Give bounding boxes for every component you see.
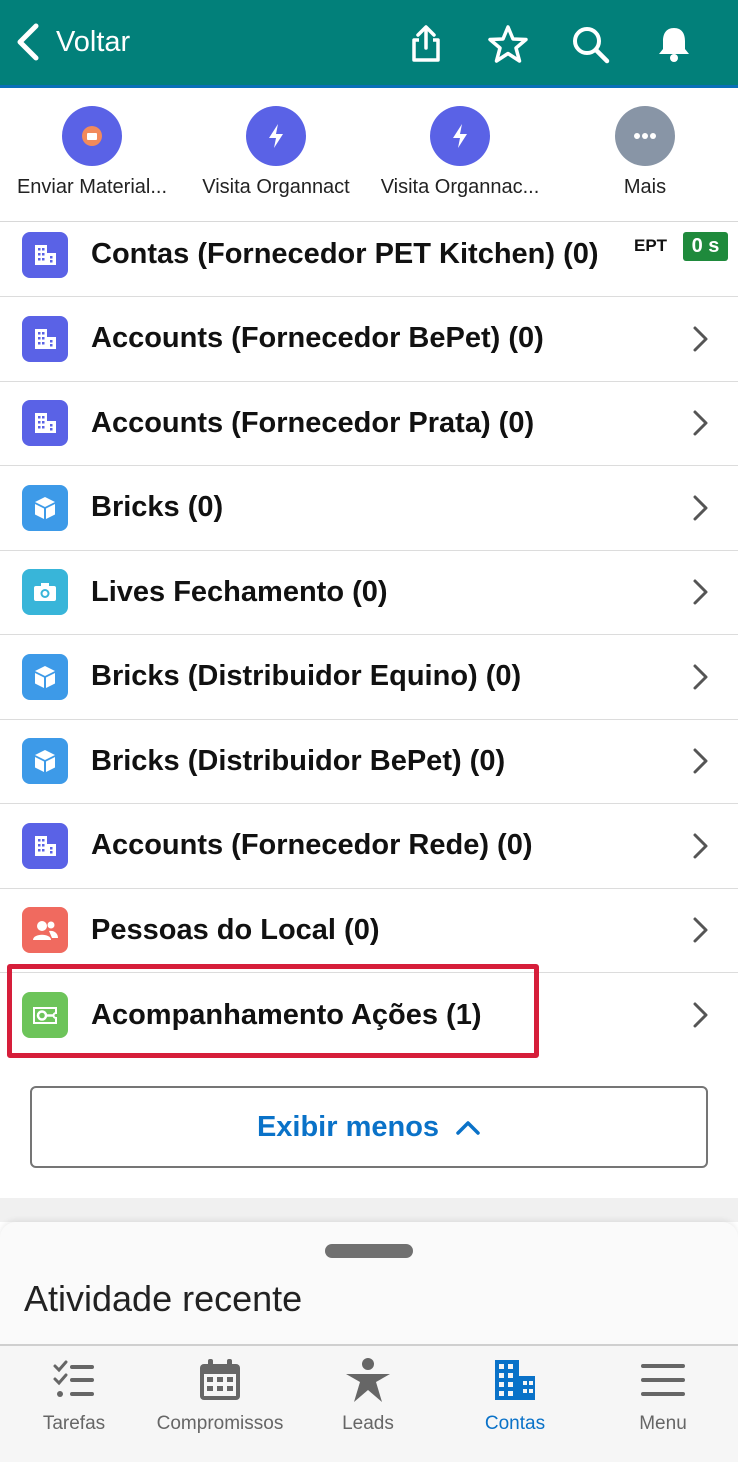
tab-label: Tarefas xyxy=(42,1413,106,1434)
drag-handle[interactable] xyxy=(325,1244,413,1258)
section-divider xyxy=(0,1198,738,1222)
cube-icon xyxy=(22,738,68,785)
action-label: Enviar Material... xyxy=(16,176,168,198)
chevron-left-icon xyxy=(17,23,39,61)
chevron-right-icon xyxy=(693,833,708,859)
list-item-contas-pet-kitchen[interactable]: Contas (Fornecedor PET Kitchen) (0) xyxy=(0,222,738,297)
list-item-bricks-distribuidor-equino[interactable]: Bricks (Distribuidor Equino) (0) xyxy=(0,635,738,720)
send-material-icon xyxy=(62,106,122,166)
back-button[interactable]: Voltar xyxy=(14,22,130,62)
chevron-up-icon xyxy=(456,1121,480,1135)
quick-actions-bar: Enviar Material... Visita Organnact Visi… xyxy=(0,88,738,222)
list-item-label: Lives Fechamento (0) xyxy=(91,575,388,608)
tab-label: Menu xyxy=(639,1413,687,1434)
list-item-label: Accounts (Fornecedor Rede) (0) xyxy=(91,829,533,862)
bell-icon[interactable] xyxy=(650,20,698,68)
list-item-label: Accounts (Fornecedor Prata) (0) xyxy=(91,406,535,439)
menu-icon xyxy=(641,1364,685,1396)
sheet-title: Atividade recente xyxy=(24,1278,303,1319)
cube-icon xyxy=(22,484,68,531)
building-icon xyxy=(22,232,68,278)
search-icon[interactable] xyxy=(566,20,614,68)
highlight-box xyxy=(7,964,539,1058)
list-item-accounts-bepet[interactable]: Accounts (Fornecedor BePet) (0) xyxy=(0,297,738,382)
cube-icon xyxy=(22,653,68,700)
building-icon xyxy=(22,315,68,362)
show-less-label: Exibir menos xyxy=(256,1110,440,1143)
chevron-right-icon xyxy=(693,495,708,521)
ept-label: EPT xyxy=(634,236,668,255)
chevron-right-icon xyxy=(693,326,708,352)
action-mais[interactable]: Mais xyxy=(553,106,737,199)
show-less-button[interactable]: Exibir menos xyxy=(30,1086,708,1168)
list-item-pessoas-do-local[interactable]: Pessoas do Local (0) xyxy=(0,889,738,973)
chevron-right-icon xyxy=(693,664,708,690)
camera-icon xyxy=(22,569,68,616)
chevron-right-icon xyxy=(693,748,708,774)
star-icon[interactable] xyxy=(484,20,532,68)
lightning-icon xyxy=(246,106,306,166)
timer-badge: 0 s xyxy=(683,232,728,261)
list-item-label: Bricks (Distribuidor BePet) (0) xyxy=(91,744,506,777)
list-item-accounts-rede[interactable]: Accounts (Fornecedor Rede) (0) xyxy=(0,804,738,889)
action-label: Visita Organnact xyxy=(202,176,350,198)
share-icon[interactable] xyxy=(402,20,450,68)
building-icon xyxy=(22,400,68,447)
list-item-lives-fechamento[interactable]: Lives Fechamento (0) xyxy=(0,551,738,635)
list-item-label: Bricks (0) xyxy=(91,491,224,524)
action-visita-organnact[interactable]: Visita Organnact xyxy=(184,106,368,199)
accounts-icon xyxy=(495,1360,535,1400)
list-item-accounts-prata[interactable]: Accounts (Fornecedor Prata) (0) xyxy=(0,382,738,466)
tab-leads[interactable]: Leads xyxy=(294,1356,442,1435)
action-label: Mais xyxy=(623,176,667,198)
leads-icon xyxy=(346,1358,390,1402)
chevron-right-icon xyxy=(693,917,708,943)
back-label: Voltar xyxy=(56,25,131,58)
top-nav-bar: Voltar xyxy=(0,0,738,88)
chevron-right-icon xyxy=(693,1002,708,1028)
tab-label: Compromissos xyxy=(156,1413,284,1434)
list-item-bricks[interactable]: Bricks (0) xyxy=(0,466,738,551)
tasks-icon xyxy=(53,1360,94,1397)
tab-contas[interactable]: Contas xyxy=(441,1356,589,1435)
recent-activity-sheet[interactable]: Atividade recente xyxy=(0,1222,738,1346)
action-visita-organnac[interactable]: Visita Organnac... xyxy=(368,106,552,199)
calendar-icon xyxy=(200,1359,240,1400)
building-icon xyxy=(22,822,68,869)
related-lists: Contas (Fornecedor PET Kitchen) (0) Acco… xyxy=(0,222,738,1058)
action-enviar-material[interactable]: Enviar Material... xyxy=(0,106,184,199)
tab-label: Leads xyxy=(342,1413,394,1434)
more-icon xyxy=(615,106,675,166)
list-item-bricks-distribuidor-bepet[interactable]: Bricks (Distribuidor BePet) (0) xyxy=(0,720,738,804)
chevron-right-icon xyxy=(693,410,708,436)
tab-label: Contas xyxy=(484,1413,546,1434)
bottom-tab-bar: Tarefas Compromissos Leads Contas Menu xyxy=(0,1344,738,1462)
tab-menu[interactable]: Menu xyxy=(589,1356,737,1435)
list-item-label: Accounts (Fornecedor BePet) (0) xyxy=(91,322,544,355)
chevron-right-icon xyxy=(693,579,708,605)
tab-compromissos[interactable]: Compromissos xyxy=(146,1356,294,1435)
list-item-label: Contas (Fornecedor PET Kitchen) (0) xyxy=(91,238,599,270)
lightning-icon xyxy=(430,106,490,166)
list-item-label: Bricks (Distribuidor Equino) (0) xyxy=(91,660,522,693)
tab-tarefas[interactable]: Tarefas xyxy=(0,1356,148,1435)
action-label: Visita Organnac... xyxy=(380,176,540,198)
people-icon xyxy=(22,907,68,954)
list-item-label: Pessoas do Local (0) xyxy=(91,913,380,946)
